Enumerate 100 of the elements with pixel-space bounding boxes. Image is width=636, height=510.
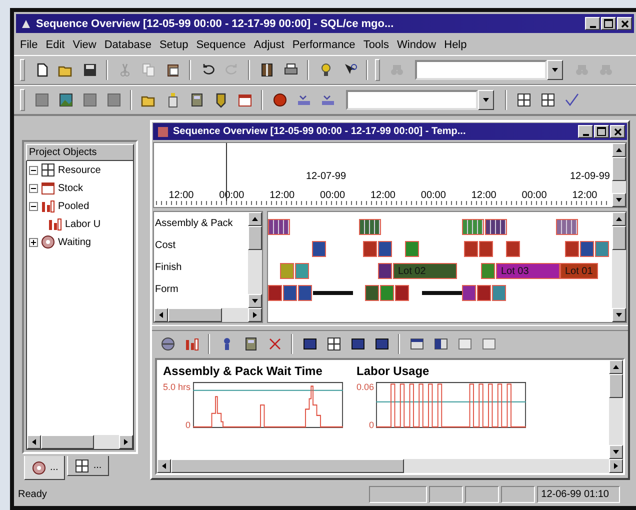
task-stack[interactable] bbox=[485, 219, 507, 235]
maximize-button[interactable] bbox=[594, 125, 609, 138]
clipboard-icon[interactable] bbox=[164, 62, 180, 78]
calculator-icon[interactable] bbox=[242, 336, 258, 352]
column-header[interactable]: Project Objects bbox=[26, 144, 134, 161]
date-label: 12-09-99 bbox=[570, 171, 610, 182]
row-label[interactable]: Finish bbox=[154, 256, 248, 278]
calendar-icon[interactable] bbox=[236, 92, 252, 108]
minimize-button[interactable] bbox=[578, 125, 593, 138]
task-stack[interactable] bbox=[462, 219, 484, 235]
square-icon[interactable] bbox=[34, 92, 50, 108]
window-title: Sequence Overview [12-05-99 00:00 - 12-17-99 00:00] - SQL/ce mgo... bbox=[36, 18, 395, 30]
task-block[interactable] bbox=[298, 285, 312, 301]
panel-icon[interactable] bbox=[302, 336, 318, 352]
expander-icon[interactable] bbox=[29, 202, 38, 210]
stop-icon[interactable] bbox=[272, 92, 288, 108]
horizontal-scrollbar[interactable] bbox=[154, 308, 262, 322]
vertical-scrollbar[interactable] bbox=[612, 143, 626, 207]
grid-icon[interactable] bbox=[516, 92, 532, 108]
axis-label: 0 bbox=[369, 420, 374, 430]
tree-item[interactable]: Stock bbox=[58, 182, 84, 194]
task-stack[interactable] bbox=[268, 219, 290, 235]
calculator-icon[interactable] bbox=[188, 92, 204, 108]
tree-item[interactable]: Resource bbox=[58, 164, 101, 176]
expander-icon[interactable] bbox=[29, 184, 38, 192]
minimize-button[interactable] bbox=[585, 17, 600, 30]
checkmark-icon[interactable] bbox=[564, 92, 580, 108]
menu-item[interactable]: View bbox=[68, 39, 100, 51]
window-icon[interactable] bbox=[480, 336, 496, 352]
menu-item[interactable]: Adjust bbox=[250, 39, 288, 51]
task-block[interactable] bbox=[312, 241, 326, 257]
panel-tab[interactable]: ... bbox=[67, 456, 109, 476]
delete-icon[interactable] bbox=[266, 336, 282, 352]
picture-icon[interactable] bbox=[58, 92, 74, 108]
date-label: 12-07-99 bbox=[306, 171, 346, 182]
grid-icon[interactable] bbox=[326, 336, 342, 352]
task-stack[interactable] bbox=[556, 219, 578, 235]
task-stack[interactable] bbox=[359, 219, 381, 235]
status-pane bbox=[369, 486, 428, 502]
status-pane bbox=[501, 486, 536, 502]
close-icon bbox=[614, 128, 622, 136]
row-label[interactable]: Cost bbox=[154, 234, 248, 256]
panel-icon[interactable] bbox=[374, 336, 390, 352]
task-block[interactable] bbox=[580, 241, 594, 257]
close-icon bbox=[620, 20, 628, 28]
chart-title: Assembly & Pack Wait Time bbox=[163, 364, 324, 378]
tree-item[interactable]: Pooled bbox=[58, 200, 90, 212]
close-button[interactable] bbox=[610, 125, 625, 138]
horizontal-scrollbar[interactable] bbox=[157, 459, 623, 473]
tree-item[interactable]: Waiting bbox=[58, 236, 91, 248]
link-bar bbox=[422, 291, 462, 295]
menu-item[interactable]: Edit bbox=[42, 39, 69, 51]
vertical-scrollbar[interactable] bbox=[612, 212, 626, 322]
menu-item[interactable]: Setup bbox=[155, 39, 192, 51]
menu-item[interactable]: Performance bbox=[288, 39, 360, 51]
menu-item[interactable]: Sequence bbox=[192, 39, 250, 51]
split-window-icon[interactable] bbox=[432, 336, 448, 352]
window-title: Sequence Overview [12-05-99 00:00 - 12-17-99 00:00] - Temp... bbox=[173, 126, 467, 137]
bar-chart-icon[interactable] bbox=[184, 336, 200, 352]
task-block[interactable] bbox=[378, 263, 392, 279]
tree-item[interactable]: Labor U bbox=[65, 218, 101, 230]
vertical-scrollbar[interactable] bbox=[609, 360, 623, 459]
menu-item[interactable]: Window bbox=[393, 39, 440, 51]
expander-icon[interactable] bbox=[29, 166, 38, 174]
time-label: 12:00 bbox=[370, 190, 396, 201]
dropdown-field[interactable] bbox=[346, 90, 478, 110]
dropdown-arrow-button[interactable] bbox=[547, 60, 563, 80]
time-label: 00:00 bbox=[522, 190, 547, 201]
menu-item[interactable]: File bbox=[16, 39, 42, 51]
task-block[interactable] bbox=[283, 285, 297, 301]
dropdown-arrow-button[interactable] bbox=[478, 90, 494, 110]
row-label[interactable]: Assembly & Pack bbox=[154, 212, 248, 234]
menu-item[interactable]: Database bbox=[100, 39, 156, 51]
vertical-scrollbar[interactable] bbox=[248, 212, 262, 308]
grid-icon bbox=[74, 458, 90, 474]
time-label: 12:00 bbox=[471, 190, 496, 201]
app-icon bbox=[157, 126, 169, 138]
window-icon[interactable] bbox=[456, 336, 472, 352]
time-label: 12:00 bbox=[168, 190, 194, 201]
grid-icon[interactable] bbox=[540, 92, 556, 108]
task-block[interactable] bbox=[365, 285, 379, 301]
close-button[interactable] bbox=[617, 17, 632, 30]
app-icon bbox=[20, 18, 32, 30]
square-icon[interactable] bbox=[82, 92, 98, 108]
expander-icon[interactable] bbox=[29, 238, 38, 246]
dropdown-field[interactable] bbox=[415, 60, 547, 80]
window-icon[interactable] bbox=[408, 336, 424, 352]
maximize-button[interactable] bbox=[601, 17, 616, 30]
status-datetime: 12-06-99 01:10 bbox=[537, 486, 620, 502]
book-icon[interactable] bbox=[258, 62, 274, 78]
horizontal-scrollbar[interactable] bbox=[27, 435, 133, 449]
panel-icon[interactable] bbox=[350, 336, 366, 352]
status-pane bbox=[429, 486, 464, 502]
square-icon[interactable] bbox=[106, 92, 122, 108]
menu-item[interactable]: Tools bbox=[359, 39, 393, 51]
panel-tab[interactable]: ... bbox=[24, 456, 66, 480]
axis-label: 5.0 hrs bbox=[163, 382, 191, 392]
menu-item[interactable]: Help bbox=[440, 39, 471, 51]
task-block[interactable] bbox=[378, 241, 392, 257]
row-label[interactable]: Form bbox=[154, 278, 248, 300]
